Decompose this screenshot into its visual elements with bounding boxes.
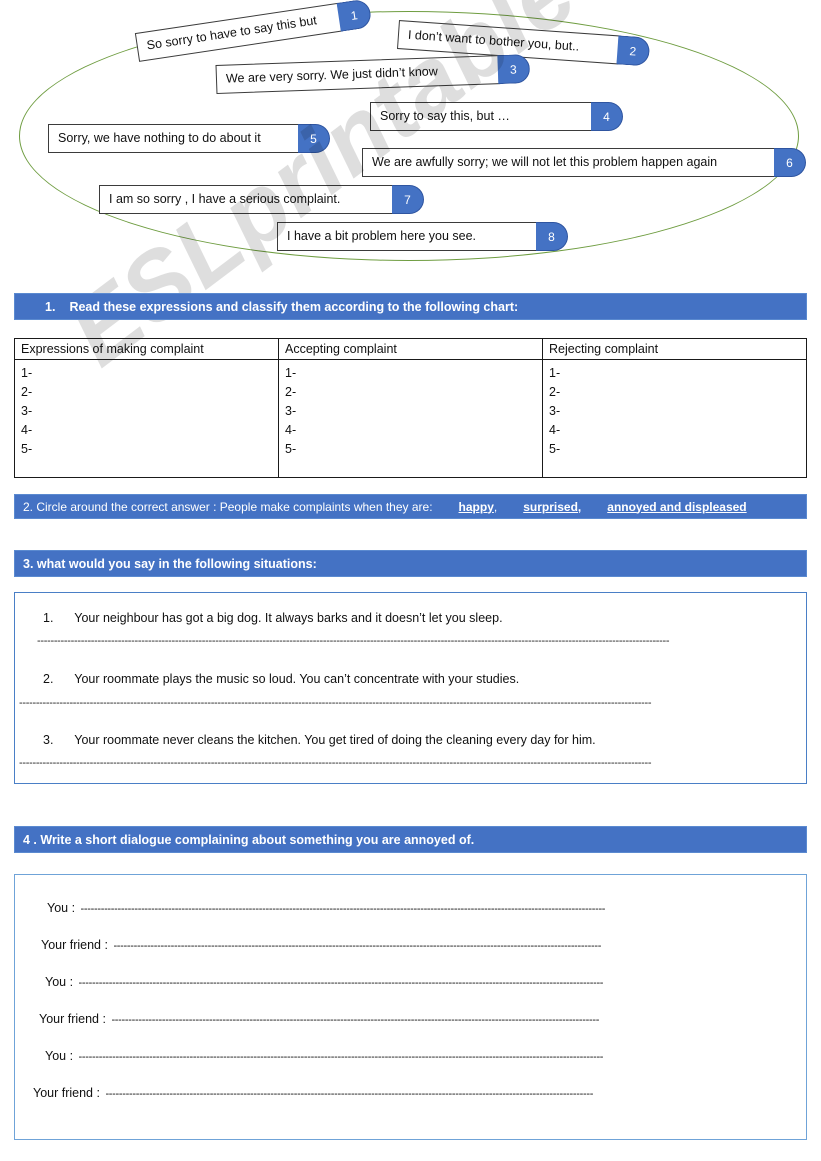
- answer-line-1[interactable]: ----------------------------------------…: [37, 635, 797, 647]
- callout-8-badge: 8: [536, 222, 568, 251]
- task4-instruction-bar: 4 . Write a short dialogue complaining a…: [14, 826, 807, 853]
- callout-5: Sorry, we have nothing to do about it 5: [48, 124, 330, 153]
- expressions-cloud: So sorry to have to say this but 1 I don…: [0, 0, 821, 278]
- table-row: 4-: [549, 423, 561, 437]
- table-row: 4-: [285, 423, 297, 437]
- situation-1-text: Your neighbour has got a big dog. It alw…: [74, 611, 503, 625]
- table-row: 2-: [21, 385, 33, 399]
- dialogue-speaker-6: Your friend :: [33, 1086, 100, 1100]
- dialogue-speaker-3: You :: [45, 975, 74, 989]
- table-row: 5-: [21, 442, 33, 456]
- table-row: 2-: [285, 385, 297, 399]
- situation-2-text: Your roommate plays the music so loud. Y…: [74, 672, 520, 686]
- task4-dialogue-box[interactable]: You : ----------------------------------…: [14, 874, 807, 1140]
- callout-7: I am so sorry , I have a serious complai…: [99, 185, 424, 214]
- task2-option-surprised[interactable]: surprised,: [523, 500, 581, 514]
- dialogue-speaker-4: Your friend :: [39, 1012, 106, 1026]
- callout-7-badge: 7: [392, 185, 424, 214]
- situation-3-text: Your roommate never cleans the kitchen. …: [74, 733, 596, 747]
- answer-line-2[interactable]: ----------------------------------------…: [19, 697, 797, 709]
- table-column-making: Expressions of making complaint 1- 2- 3-…: [15, 339, 279, 477]
- column-rows-rejecting[interactable]: 1- 2- 3- 4- 5-: [543, 360, 806, 459]
- dialogue-speaker-2: Your friend :: [41, 938, 108, 952]
- table-row: 3-: [549, 404, 561, 418]
- dialogue-blank-2[interactable]: ----------------------------------------…: [113, 940, 601, 952]
- dialogue-blank-3[interactable]: ----------------------------------------…: [79, 977, 604, 989]
- task2-option-annoyed[interactable]: annoyed and displeased: [607, 500, 746, 514]
- callout-7-text: I am so sorry , I have a serious complai…: [109, 192, 341, 206]
- dialogue-blank-5[interactable]: ----------------------------------------…: [79, 1051, 604, 1063]
- table-row: 1-: [21, 366, 33, 380]
- task2-prompt: 2. Circle around the correct answer : Pe…: [23, 499, 433, 514]
- dialogue-line-2: Your friend : --------------------------…: [41, 938, 811, 952]
- situation-1-number: 1.: [43, 611, 54, 625]
- task2-option-happy[interactable]: happy: [459, 500, 494, 514]
- dialogue-blank-6[interactable]: ----------------------------------------…: [105, 1088, 593, 1100]
- callout-4: Sorry to say this, but … 4: [370, 102, 623, 131]
- task3-answer-box[interactable]: 1. Your neighbour has got a big dog. It …: [14, 592, 807, 784]
- column-header-making: Expressions of making complaint: [15, 339, 278, 360]
- situation-item-2: 2. Your roommate plays the music so loud…: [15, 672, 519, 686]
- table-row: 5-: [549, 442, 561, 456]
- dialogue-line-6: Your friend : --------------------------…: [33, 1086, 803, 1100]
- column-header-rejecting: Rejecting complaint: [543, 339, 806, 360]
- task1-instruction-bar: 1. Read these expressions and classify t…: [14, 293, 807, 320]
- table-row: 5-: [285, 442, 297, 456]
- callout-5-badge: 5: [298, 124, 330, 153]
- dialogue-blank-1[interactable]: ----------------------------------------…: [81, 903, 606, 915]
- dialogue-line-5: You : ----------------------------------…: [45, 1049, 815, 1063]
- task4-instruction-text: 4 . Write a short dialogue complaining a…: [23, 832, 475, 847]
- task3-instruction-bar: 3. what would you say in the following s…: [14, 550, 807, 577]
- table-row: 3-: [285, 404, 297, 418]
- task2-instruction-bar: 2. Circle around the correct answer : Pe…: [14, 494, 807, 519]
- callout-6-text: We are awfully sorry; we will not let th…: [372, 155, 718, 169]
- table-column-accepting: Accepting complaint 1- 2- 3- 4- 5-: [279, 339, 543, 477]
- callout-8: I have a bit problem here you see. 8: [277, 222, 568, 251]
- task1-instruction-text: Read these expressions and classify them…: [69, 299, 519, 314]
- situation-2-number: 2.: [43, 672, 54, 686]
- callout-6: We are awfully sorry; we will not let th…: [362, 148, 806, 177]
- dialogue-speaker-5: You :: [45, 1049, 74, 1063]
- table-row: 1-: [285, 366, 297, 380]
- answer-line-3[interactable]: ----------------------------------------…: [19, 757, 797, 769]
- callout-5-text: Sorry, we have nothing to do about it: [58, 131, 261, 145]
- dialogue-speaker-1: You :: [47, 901, 76, 915]
- column-rows-making[interactable]: 1- 2- 3- 4- 5-: [15, 360, 278, 459]
- callout-8-text: I have a bit problem here you see.: [287, 229, 477, 243]
- table-column-rejecting: Rejecting complaint 1- 2- 3- 4- 5-: [543, 339, 806, 477]
- dialogue-blank-4[interactable]: ----------------------------------------…: [111, 1014, 599, 1026]
- column-header-accepting: Accepting complaint: [279, 339, 542, 360]
- table-row: 3-: [21, 404, 33, 418]
- table-row: 2-: [549, 385, 561, 399]
- situation-3-number: 3.: [43, 733, 54, 747]
- table-row: 1-: [549, 366, 561, 380]
- callout-4-text: Sorry to say this, but …: [380, 109, 510, 123]
- task3-instruction-text: 3. what would you say in the following s…: [23, 556, 317, 571]
- table-row: 4-: [21, 423, 33, 437]
- callout-6-badge: 6: [774, 148, 806, 177]
- classification-table: Expressions of making complaint 1- 2- 3-…: [14, 338, 807, 478]
- dialogue-line-4: Your friend : --------------------------…: [39, 1012, 809, 1026]
- column-rows-accepting[interactable]: 1- 2- 3- 4- 5-: [279, 360, 542, 459]
- task1-number: 1.: [45, 299, 56, 314]
- dialogue-line-1: You : ----------------------------------…: [47, 901, 817, 915]
- situation-item-1: 1. Your neighbour has got a big dog. It …: [15, 611, 503, 625]
- situation-item-3: 3. Your roommate never cleans the kitche…: [15, 733, 596, 747]
- worksheet-page: ESLprintables.com So sorry to have to sa…: [0, 0, 821, 1161]
- callout-4-badge: 4: [591, 102, 623, 131]
- dialogue-line-3: You : ----------------------------------…: [45, 975, 815, 989]
